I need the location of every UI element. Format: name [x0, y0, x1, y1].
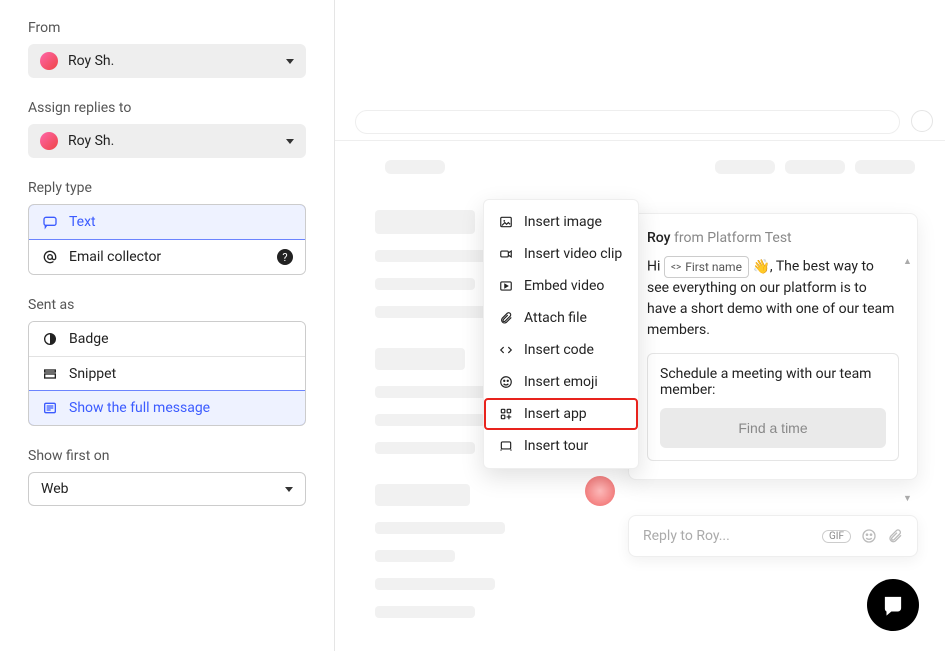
camera-icon: [498, 246, 514, 262]
find-time-button[interactable]: Find a time: [660, 408, 886, 448]
menu-label: Insert emoji: [524, 374, 598, 390]
menu-label: Insert video clip: [524, 246, 622, 262]
menu-label: Attach file: [524, 310, 587, 326]
avatar: [40, 52, 58, 70]
skeleton: [785, 160, 845, 174]
sent-as-snippet[interactable]: Snippet: [29, 356, 305, 391]
attach-file[interactable]: Attach file: [484, 302, 638, 334]
reply-actions: GIF: [822, 528, 903, 544]
message-icon: [41, 399, 59, 417]
help-icon[interactable]: ?: [277, 249, 293, 265]
divider: [335, 140, 945, 141]
insert-video-clip[interactable]: Insert video clip: [484, 238, 638, 270]
wave-emoji: 👋: [752, 257, 769, 278]
sent-as-label: Sent as: [28, 297, 306, 313]
author-suffix: from Platform Test: [674, 230, 792, 246]
show-first-dropdown[interactable]: Web: [28, 472, 306, 506]
tour-icon: [498, 438, 514, 454]
author-avatar: [585, 476, 615, 506]
chat-icon: [41, 213, 59, 231]
settings-panel: From Roy Sh. Assign replies to Roy Sh. R…: [0, 0, 335, 651]
token-label: First name: [685, 258, 742, 276]
insert-image[interactable]: Insert image: [484, 206, 638, 238]
menu-label: Insert app: [524, 406, 587, 422]
show-first-value: Web: [41, 481, 285, 497]
merge-tag-first-name[interactable]: <> First name: [664, 256, 749, 278]
skeleton-avatar: [911, 110, 933, 132]
option-label: Snippet: [69, 366, 116, 382]
from-value: Roy Sh.: [68, 53, 286, 69]
code-icon: [498, 342, 514, 358]
tag-icon: <>: [671, 260, 681, 275]
reply-input[interactable]: Reply to Roy...: [643, 528, 822, 544]
skeleton-search: [355, 110, 900, 134]
emoji-icon[interactable]: [861, 528, 877, 544]
reply-type-email[interactable]: Email collector ?: [29, 239, 305, 274]
avatar: [40, 132, 58, 150]
sent-as-badge[interactable]: Badge: [29, 322, 305, 356]
emoji-icon: [498, 374, 514, 390]
gif-button[interactable]: GIF: [822, 530, 851, 543]
assign-label: Assign replies to: [28, 100, 306, 116]
sent-as-full[interactable]: Show the full message: [28, 390, 306, 426]
option-label: Badge: [69, 331, 109, 347]
scheduler-block: Schedule a meeting with our team member:…: [647, 353, 899, 461]
skeleton: [715, 160, 775, 174]
message-preview: Roy from Platform Test Hi <> First name 👋…: [628, 213, 918, 480]
paperclip-icon: [498, 310, 514, 326]
option-label: Text: [69, 214, 96, 230]
menu-label: Insert code: [524, 342, 594, 358]
text: Hi: [647, 259, 664, 275]
menu-label: Insert tour: [524, 438, 588, 454]
insert-app[interactable]: Insert app: [484, 398, 638, 430]
author-name: Roy: [647, 230, 671, 246]
option-label: Show the full message: [69, 400, 210, 416]
messenger-icon: [880, 592, 906, 618]
from-dropdown[interactable]: Roy Sh.: [28, 44, 306, 78]
skeleton: [385, 160, 445, 174]
insert-menu: Insert image Insert video clip Embed vid…: [483, 199, 639, 469]
embed-video[interactable]: Embed video: [484, 270, 638, 302]
message-body[interactable]: Hi <>First name 👋, The best way to see e…: [647, 256, 899, 341]
scheduler-label: Schedule a meeting with our team member:: [660, 366, 886, 398]
snippet-icon: [41, 365, 59, 383]
chevron-down-icon: [285, 487, 293, 492]
reply-type-group: Text Email collector ?: [28, 204, 306, 275]
insert-code[interactable]: Insert code: [484, 334, 638, 366]
skeleton: [855, 160, 915, 174]
message-author: Roy from Platform Test: [647, 230, 899, 246]
reply-bar[interactable]: Reply to Roy... GIF: [628, 515, 918, 557]
messenger-launcher[interactable]: [867, 579, 919, 631]
at-icon: [41, 248, 59, 266]
menu-label: Insert image: [524, 214, 602, 230]
paperclip-icon[interactable]: [887, 528, 903, 544]
insert-emoji[interactable]: Insert emoji: [484, 366, 638, 398]
reply-type-text[interactable]: Text: [28, 204, 306, 240]
option-label: Email collector: [69, 249, 161, 265]
assign-value: Roy Sh.: [68, 133, 286, 149]
app-icon: [498, 406, 514, 422]
badge-icon: [41, 330, 59, 348]
scroll-indicator: ▲▼: [903, 256, 909, 316]
reply-type-label: Reply type: [28, 180, 306, 196]
image-icon: [498, 214, 514, 230]
insert-tour[interactable]: Insert tour: [484, 430, 638, 462]
sent-as-group: Badge Snippet Show the full message: [28, 321, 306, 426]
show-first-label: Show first on: [28, 448, 306, 464]
chevron-down-icon: [286, 139, 294, 144]
play-icon: [498, 278, 514, 294]
chevron-down-icon: [286, 59, 294, 64]
from-label: From: [28, 20, 306, 36]
assign-dropdown[interactable]: Roy Sh.: [28, 124, 306, 158]
menu-label: Embed video: [524, 278, 604, 294]
